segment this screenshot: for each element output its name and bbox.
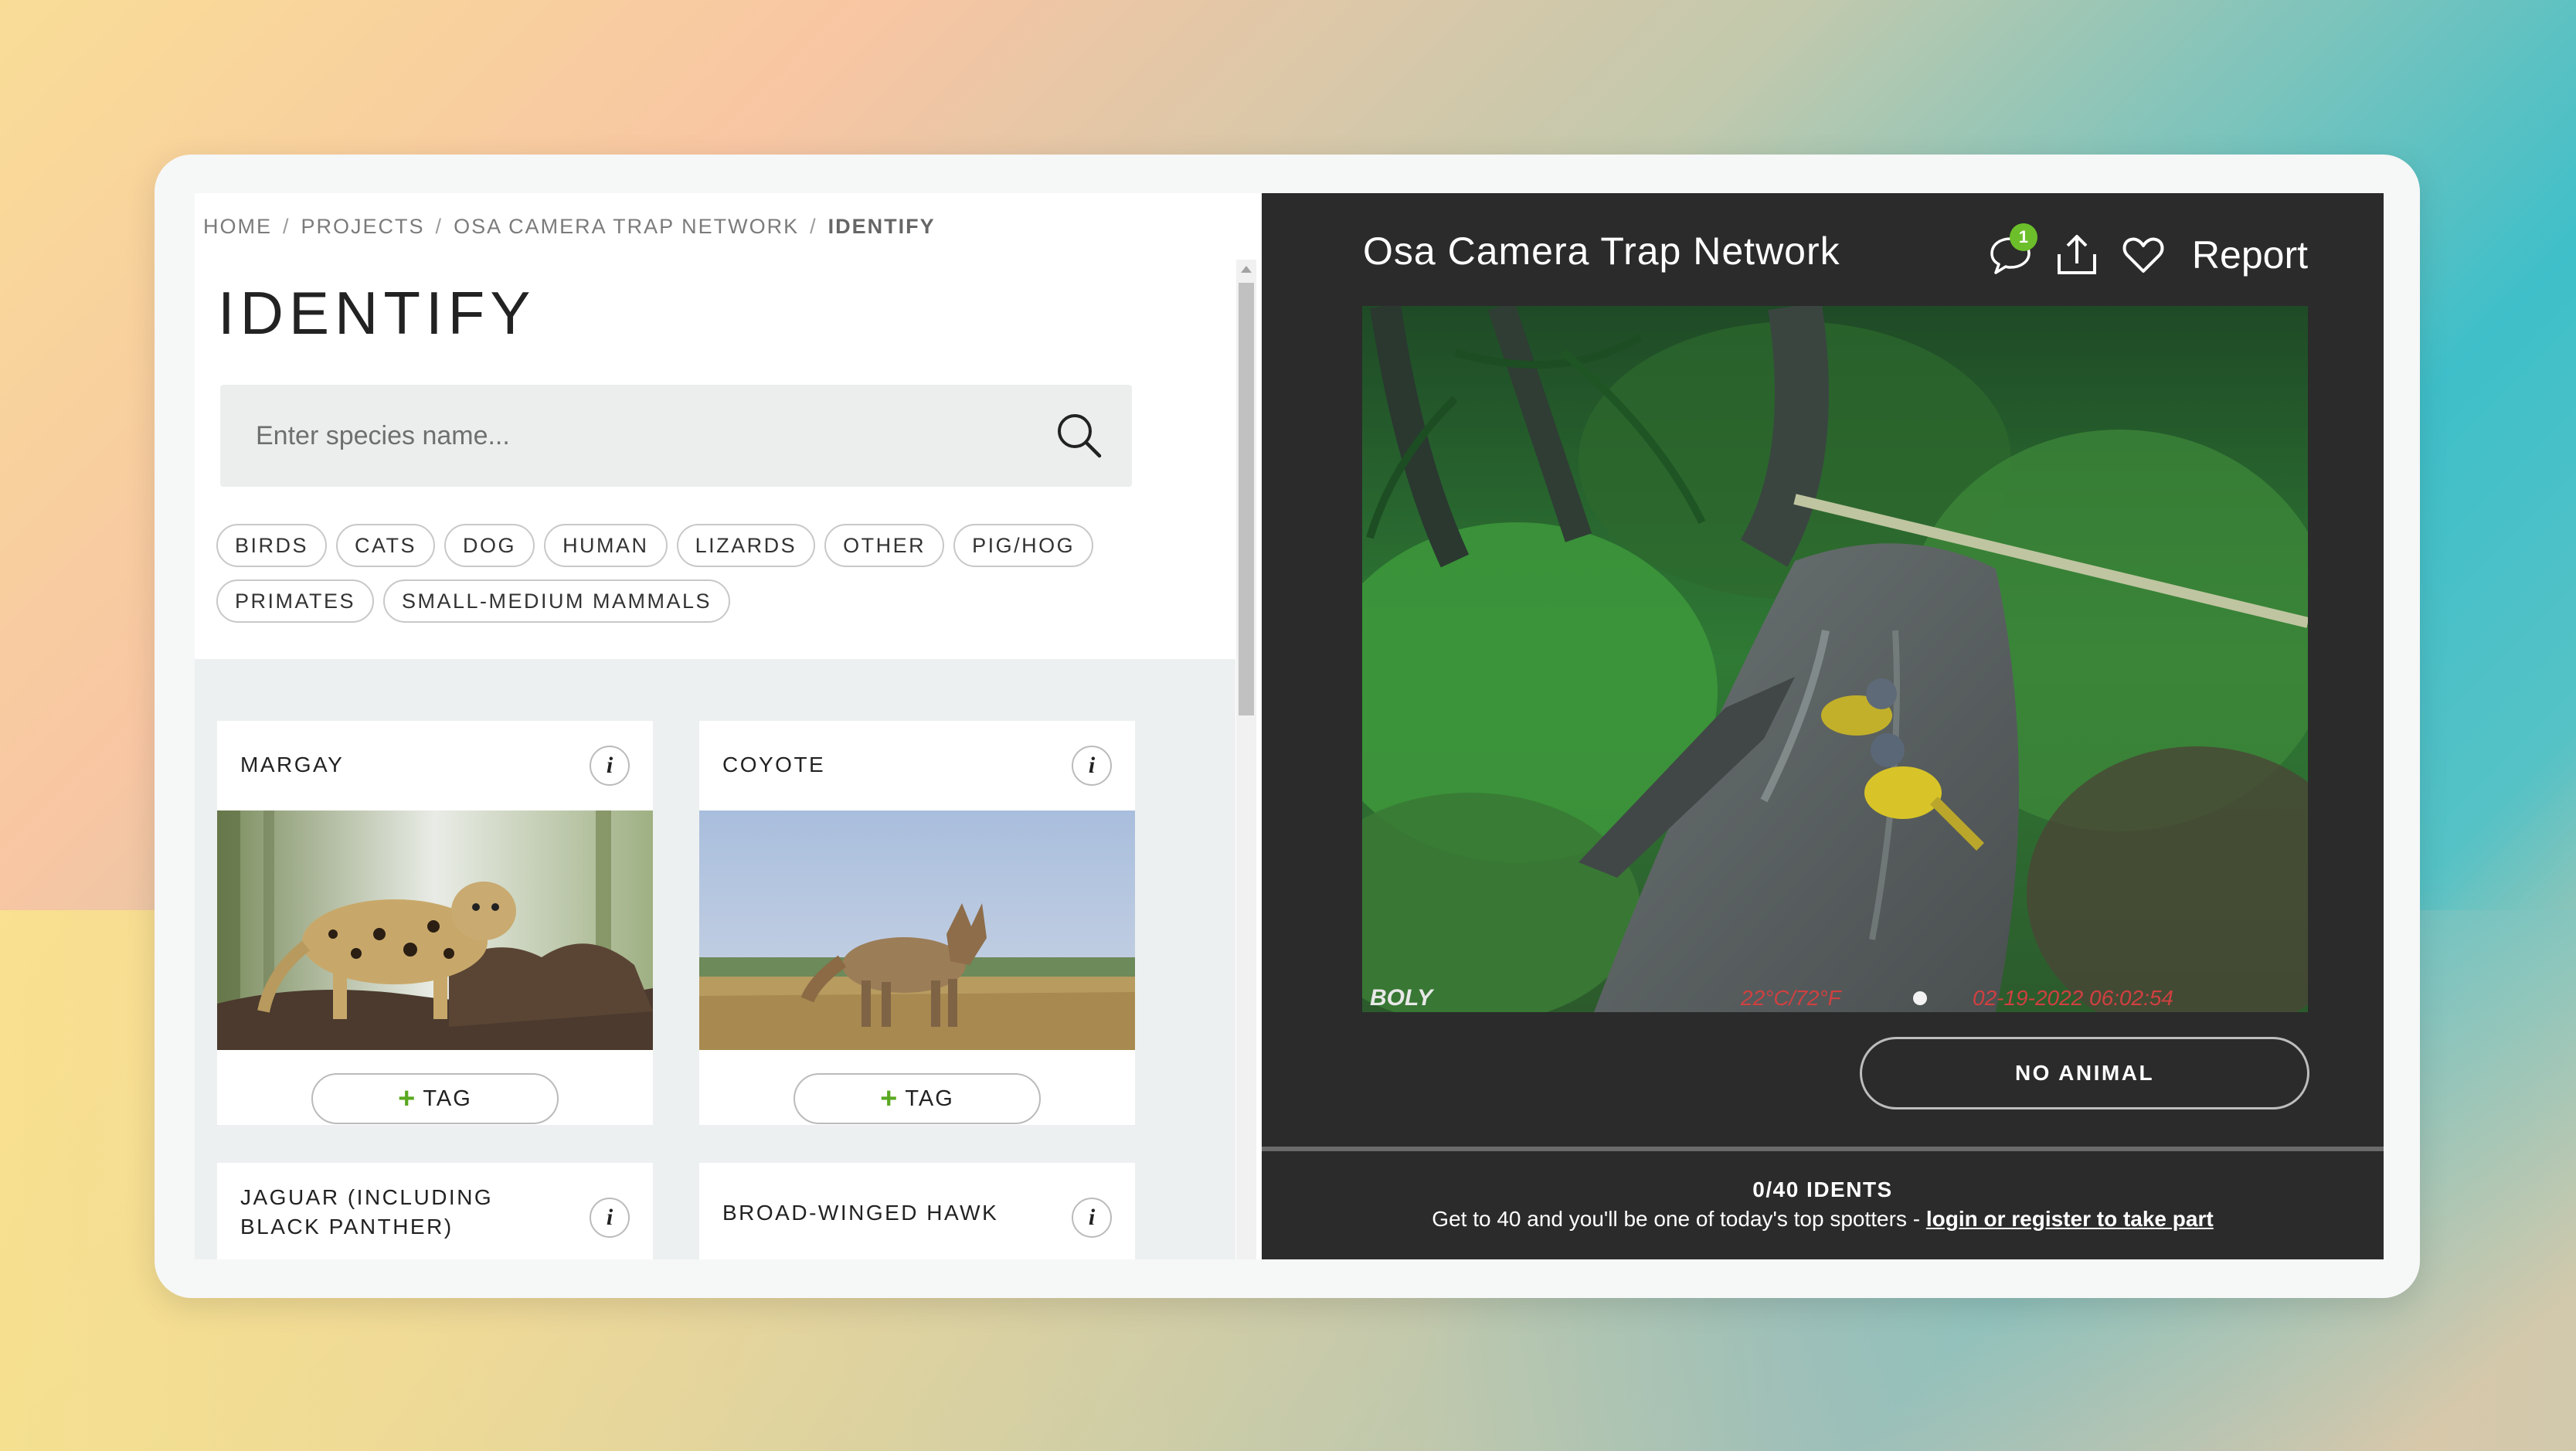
no-animal-button[interactable]: NO ANIMAL xyxy=(1860,1037,2309,1109)
filter-chip-other[interactable]: OTHER xyxy=(824,524,945,567)
breadcrumb-projects[interactable]: PROJECTS xyxy=(301,215,425,238)
info-icon[interactable]: i xyxy=(590,1198,630,1238)
species-card-margay: MARGAY i + TAG xyxy=(217,721,653,1125)
camera-brand: BOLY xyxy=(1370,985,1435,1011)
filter-chip-cats[interactable]: CATS xyxy=(336,524,436,567)
tag-button-margay[interactable]: + TAG xyxy=(311,1073,559,1124)
breadcrumb-separator: / xyxy=(283,215,291,238)
tag-label: TAG xyxy=(905,1086,954,1111)
login-register-link[interactable]: login or register to take part xyxy=(1926,1207,2214,1231)
comment-button[interactable]: 1 xyxy=(1988,223,2037,277)
filter-chips: BIRDS CATS DOG HUMAN LIZARDS OTHER PIG/HOG PRIM… xyxy=(216,524,1144,635)
breadcrumb-separator: / xyxy=(435,215,443,238)
tag-label: TAG xyxy=(423,1086,472,1111)
search-icon[interactable] xyxy=(1055,411,1103,459)
favorite-button[interactable] xyxy=(2121,233,2166,277)
camera-temperature: 22°C/72°F xyxy=(1740,986,1843,1010)
info-icon[interactable]: i xyxy=(590,746,630,786)
filter-chip-birds[interactable]: BIRDS xyxy=(216,524,328,567)
species-name: MARGAY xyxy=(240,753,345,776)
species-card-broad-winged-hawk: BROAD-WINGED HAWK i xyxy=(699,1163,1135,1259)
prompt-text: Get to 40 and you'll be one of today's t… xyxy=(1432,1207,1926,1231)
margay-photo[interactable] xyxy=(217,810,653,1050)
page-title: IDENTIFY xyxy=(218,279,536,347)
filter-chip-lizards[interactable]: LIZARDS xyxy=(676,524,816,567)
plus-icon: + xyxy=(880,1082,899,1115)
species-list-scrollbar[interactable] xyxy=(1236,260,1256,1259)
species-card-jaguar: JAGUAR (INCLUDING BLACK PANTHER) i xyxy=(217,1163,653,1259)
species-name: JAGUAR (INCLUDING BLACK PANTHER) xyxy=(240,1185,494,1239)
camera-trap-image[interactable]: BOLY 22°C/72°F 02-19-2022 06:02:54 xyxy=(1362,306,2308,1012)
breadcrumb-current: IDENTIFY xyxy=(828,215,936,238)
camera-trap-photo: BOLY 22°C/72°F 02-19-2022 06:02:54 xyxy=(1362,306,2308,1012)
coyote-photo[interactable] xyxy=(699,810,1135,1050)
filter-chip-human[interactable]: HUMAN xyxy=(544,524,668,567)
breadcrumb-separator: / xyxy=(810,215,817,238)
species-card-coyote: COYOTE i + TAG xyxy=(699,721,1135,1125)
info-icon[interactable]: i xyxy=(1072,746,1112,786)
subject-viewer: Osa Camera Trap Network 1 Report BOLY 22… xyxy=(1262,193,2384,1259)
comment-count-badge: 1 xyxy=(2009,223,2037,251)
idents-counter: 0/40 IDENTS xyxy=(1752,1177,1893,1201)
divider xyxy=(1262,1147,2384,1151)
info-icon[interactable]: i xyxy=(1072,1198,1112,1238)
breadcrumb-project[interactable]: OSA CAMERA TRAP NETWORK xyxy=(454,215,799,238)
filter-chip-dog[interactable]: DOG xyxy=(444,524,535,567)
breadcrumb-home[interactable]: HOME xyxy=(203,215,272,238)
species-search-input[interactable] xyxy=(254,408,999,464)
report-button[interactable]: Report xyxy=(2192,233,2308,277)
camera-datetime: 02-19-2022 06:02:54 xyxy=(1973,986,2173,1010)
identify-panel: HOME / PROJECTS / OSA CAMERA TRAP NETWORK / ID… xyxy=(195,193,1263,1259)
breadcrumb: HOME / PROJECTS / OSA CAMERA TRAP NETWORK / ID… xyxy=(203,215,936,239)
app-window: HOME / PROJECTS / OSA CAMERA TRAP NETWORK / ID… xyxy=(155,155,2420,1298)
scroll-up-arrow[interactable] xyxy=(1241,266,1252,273)
tag-button-coyote[interactable]: + TAG xyxy=(794,1073,1041,1124)
scrollbar-thumb[interactable] xyxy=(1239,283,1254,715)
plus-icon: + xyxy=(398,1082,417,1115)
species-gallery: MARGAY i + TAG COYOTE i + TAG JAGUAR (IN… xyxy=(195,659,1235,1259)
filter-chip-pig-hog[interactable]: PIG/HOG xyxy=(953,524,1094,567)
species-search xyxy=(220,385,1132,487)
project-title[interactable]: Osa Camera Trap Network xyxy=(1363,229,1840,274)
viewer-actions: 1 Report xyxy=(1988,223,2308,286)
filter-chip-primates[interactable]: PRIMATES xyxy=(216,579,375,623)
species-name: BROAD-WINGED HAWK xyxy=(722,1201,999,1225)
spotter-prompt: Get to 40 and you'll be one of today's t… xyxy=(1262,1207,2384,1232)
share-button[interactable] xyxy=(2054,233,2099,277)
share-icon xyxy=(2057,235,2096,274)
moon-phase-icon xyxy=(1913,991,1927,1005)
species-name: COYOTE xyxy=(722,753,826,776)
filter-chip-small-medium-mammals[interactable]: SMALL-MEDIUM MAMMALS xyxy=(383,579,731,623)
heart-icon xyxy=(2122,237,2164,273)
